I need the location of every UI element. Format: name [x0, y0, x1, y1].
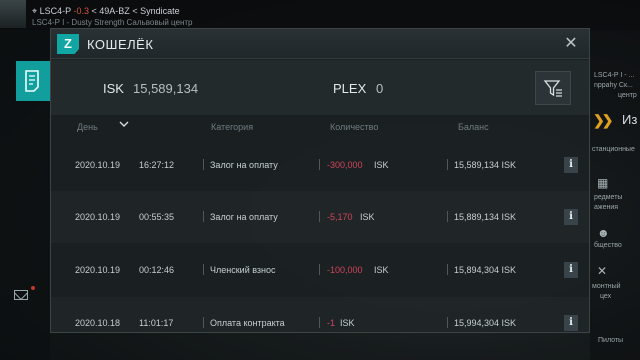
row-amount: -1 — [327, 318, 336, 328]
community-icon[interactable]: ☻ — [597, 226, 611, 240]
row-currency: ISK — [374, 265, 389, 275]
breadcrumb-separator-icon: < — [91, 6, 97, 16]
divider — [447, 159, 448, 170]
window-title: КОШЕЛЁК — [87, 37, 154, 52]
right-menu-item[interactable]: станционные — [592, 146, 635, 153]
system-name: LSC4-P — [39, 6, 71, 16]
chevron-down-icon[interactable] — [119, 120, 129, 130]
row-date: 2020.10.18 — [75, 318, 121, 328]
right-menu-item[interactable]: цех — [600, 293, 611, 300]
balance-bar: ISK 15,589,134 PLEX 0 — [51, 60, 589, 115]
divider — [203, 159, 204, 170]
isk-label: ISK — [103, 81, 124, 96]
right-menu-item[interactable]: Пилоты — [598, 337, 623, 344]
column-header-category[interactable]: Категория — [211, 122, 253, 132]
info-button[interactable]: i — [564, 315, 578, 331]
right-menu-item[interactable]: монтный — [592, 283, 621, 290]
region-name: 49A-BZ — [99, 6, 130, 16]
wallet-window: Z КОШЕЛЁК ✕ ISK 15,589,134 PLEX 0 День К… — [50, 28, 590, 333]
right-menu-item[interactable]: ажения — [594, 204, 618, 211]
filter-button[interactable] — [535, 71, 571, 105]
security-status: -0.3 — [73, 6, 89, 16]
divider — [447, 317, 448, 328]
info-button[interactable]: i — [564, 157, 578, 173]
constellation-name: Syndicate — [140, 6, 180, 16]
right-menu-item[interactable]: бщество — [594, 242, 622, 249]
row-date: 2020.10.19 — [75, 212, 121, 222]
info-button[interactable]: i — [564, 262, 578, 278]
row-currency: ISK — [360, 212, 375, 222]
row-balance: 15,889,134 ISK — [454, 212, 517, 222]
row-time: 16:27:12 — [139, 160, 175, 170]
divider — [203, 317, 204, 328]
column-header-amount[interactable]: Количество — [330, 122, 378, 132]
divider — [319, 317, 320, 328]
divider — [319, 211, 320, 222]
right-station-label: LSC4-P I - ... — [594, 72, 635, 79]
row-category: Членский взнос — [210, 265, 276, 275]
document-icon — [25, 70, 39, 92]
row-category: Залог на оплату — [210, 212, 278, 222]
column-header-day[interactable]: День — [77, 122, 98, 132]
info-button[interactable]: i — [564, 209, 578, 225]
table-row[interactable]: 2020.10.19 00:12:46 Членский взнос -100,… — [51, 244, 589, 296]
notification-dot — [31, 286, 35, 290]
row-time: 00:12:46 — [139, 265, 175, 275]
right-station-label-3: центр — [618, 92, 637, 99]
game-scene: ⌖ LSC4-P -0.3 < 49A-BZ < Syndicate LSC4-… — [0, 0, 640, 360]
isk-balance: 15,589,134 — [133, 81, 199, 96]
row-category: Залог на оплату — [210, 160, 278, 170]
wallet-header: Z КОШЕЛЁК ✕ — [51, 29, 589, 59]
mail-icon[interactable] — [14, 290, 28, 300]
close-button[interactable]: ✕ — [562, 35, 580, 53]
plex-label: PLEX — [333, 81, 367, 96]
character-portrait[interactable] — [0, 0, 26, 28]
table-row[interactable]: 2020.10.19 00:55:35 Залог на оплату -5,1… — [51, 191, 589, 243]
column-header-balance[interactable]: Баланс — [458, 122, 489, 132]
top-hud-bar: ⌖ LSC4-P -0.3 < 49A-BZ < Syndicate LSC4-… — [0, 0, 640, 30]
row-currency: ISK — [340, 318, 355, 328]
row-currency: ISK — [374, 160, 389, 170]
wallet-tab[interactable] — [16, 61, 50, 101]
table-row[interactable]: 2020.10.18 11:01:17 Оплата контракта -1 … — [51, 297, 589, 332]
undock-label[interactable]: Из — [622, 112, 637, 127]
row-balance: 15,589,134 ISK — [454, 160, 517, 170]
divider — [203, 264, 204, 275]
plex-balance: 0 — [376, 81, 384, 96]
location-pin-icon: ⌖ — [32, 6, 38, 16]
divider — [203, 211, 204, 222]
row-category: Оплата контракта — [210, 318, 285, 328]
divider — [319, 264, 320, 275]
breadcrumb-separator-icon: < — [132, 6, 138, 16]
row-balance: 15,994,304 ISK — [454, 318, 517, 328]
repair-icon[interactable]: ✕ — [597, 264, 611, 278]
filter-icon — [543, 80, 562, 97]
row-amount: -100,000 — [327, 265, 363, 275]
divider — [447, 264, 448, 275]
table-row[interactable]: 2020.10.19 16:27:12 Залог на оплату -300… — [51, 139, 589, 191]
right-menu-item[interactable]: редметы — [594, 194, 622, 201]
system-info[interactable]: ⌖ LSC4-P -0.3 < 49A-BZ < Syndicate — [32, 6, 180, 17]
corp-logo-icon: Z — [57, 34, 79, 54]
row-time: 00:55:35 — [139, 212, 175, 222]
row-date: 2020.10.19 — [75, 265, 121, 275]
row-time: 11:01:17 — [139, 318, 174, 328]
row-amount: -5,170 — [327, 212, 353, 222]
divider — [447, 211, 448, 222]
divider — [319, 159, 320, 170]
right-station-label-2: nppahy Ск... — [594, 82, 633, 89]
items-icon[interactable]: ▦ — [597, 176, 611, 190]
row-amount: -300,000 — [327, 160, 363, 170]
row-date: 2020.10.19 — [75, 160, 121, 170]
undock-chevrons-icon[interactable]: ❯❯ — [593, 112, 617, 128]
row-balance: 15,894,304 ISK — [454, 265, 517, 275]
station-name: LSC4-P I - Dusty Strength Сальвовый цент… — [32, 18, 193, 27]
